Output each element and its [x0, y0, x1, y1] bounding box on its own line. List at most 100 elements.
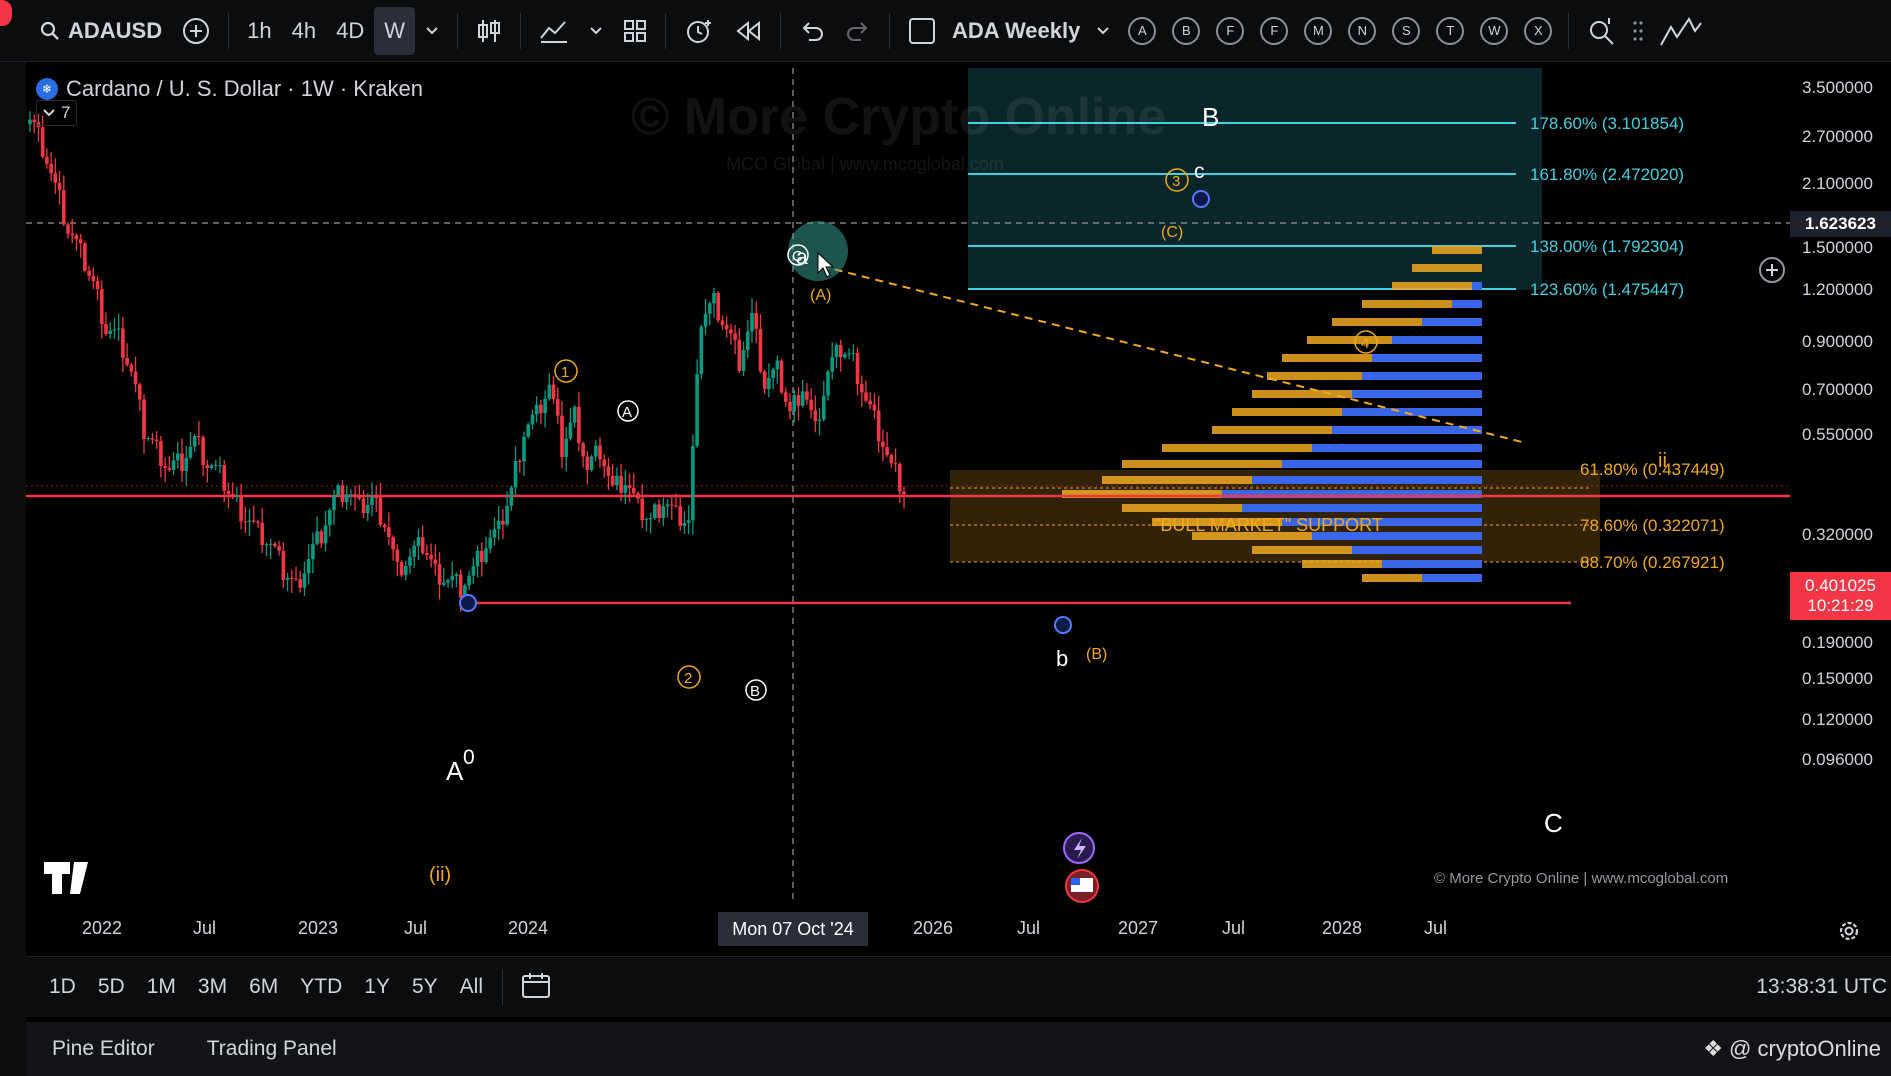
- replay-button[interactable]: [724, 7, 772, 55]
- candle-body: [543, 398, 547, 414]
- candle-body: [568, 422, 573, 439]
- range-1y[interactable]: 1Y: [353, 975, 401, 999]
- chart-pane[interactable]: 178.60% (3.101854) 161.80% (2.472020) 13…: [26, 68, 1791, 904]
- indicators-button[interactable]: [529, 7, 579, 55]
- candle-body: [201, 437, 205, 466]
- candle-body: [91, 275, 96, 281]
- range-1m[interactable]: 1M: [136, 975, 187, 999]
- go-to-date-button[interactable]: [511, 971, 561, 1004]
- add-symbol-button[interactable]: [172, 7, 220, 55]
- quick-symbol-w[interactable]: W: [1480, 16, 1509, 45]
- time-axis[interactable]: 2022Jul2023Jul20245Jul2026Jul2027Jul2028…: [26, 904, 1791, 956]
- candles-type-button[interactable]: [466, 7, 512, 55]
- candle-body: [509, 487, 514, 506]
- candle-body: [564, 438, 569, 458]
- candle-body: [640, 498, 645, 521]
- price-tick-label: 0.550000: [1802, 425, 1873, 444]
- range-all[interactable]: All: [449, 975, 494, 999]
- interval-1h[interactable]: 1h: [237, 7, 281, 55]
- interval-4h[interactable]: 4h: [282, 7, 326, 55]
- layout-selector[interactable]: ADA Weekly: [898, 7, 1120, 55]
- bull-market-support-label: "BULL MARKET" SUPPORT: [1154, 515, 1383, 535]
- range-6m[interactable]: 6M: [238, 975, 289, 999]
- candle-body: [729, 329, 733, 334]
- candle-body: [851, 352, 856, 354]
- quick-symbol-x[interactable]: X: [1524, 16, 1553, 45]
- pine-editor-tab[interactable]: Pine Editor: [26, 1037, 181, 1061]
- candle-body: [332, 494, 336, 511]
- time-tick-label: Jul: [1222, 918, 1246, 938]
- redo-button[interactable]: [835, 7, 881, 55]
- quick-symbol-f2[interactable]: F: [1260, 16, 1289, 45]
- candle-body: [340, 485, 345, 503]
- symbol-label: ADAUSD: [68, 17, 163, 43]
- trading-panel-tab[interactable]: Trading Panel: [181, 1037, 363, 1061]
- chart-settings-button[interactable]: [1836, 918, 1862, 949]
- volume-profile-bar: [1312, 444, 1482, 452]
- candle-body: [57, 182, 62, 191]
- quick-symbol-f1[interactable]: F: [1216, 16, 1245, 45]
- candle-body: [441, 582, 446, 585]
- price-tick-label: 0.900000: [1802, 332, 1873, 351]
- candle-body: [133, 371, 138, 385]
- range-3m[interactable]: 3M: [187, 975, 238, 999]
- range-divider: [502, 969, 503, 1005]
- candle-body: [281, 550, 286, 580]
- quick-symbol-b[interactable]: B: [1172, 16, 1201, 45]
- volume-profile-bar: [1372, 354, 1482, 362]
- calendar-icon: [522, 972, 550, 998]
- candle-body: [412, 545, 417, 557]
- undo-button[interactable]: [789, 7, 835, 55]
- indicators-dropdown[interactable]: [579, 7, 613, 55]
- candle-body: [897, 464, 902, 492]
- quick-symbol-m[interactable]: M: [1304, 16, 1333, 45]
- quick-symbol-t[interactable]: T: [1436, 16, 1465, 45]
- candle-body: [779, 360, 784, 393]
- magic-button[interactable]: [1577, 7, 1627, 55]
- range-ytd[interactable]: YTD: [289, 975, 353, 999]
- utc-clock[interactable]: 13:38:31 UTC: [1756, 975, 1891, 999]
- candle-body: [821, 395, 826, 420]
- price-tick-label: 0.700000: [1802, 380, 1873, 399]
- candle-body: [239, 495, 243, 522]
- indicator-toggle[interactable]: 7: [36, 100, 78, 126]
- candle-body: [209, 465, 214, 469]
- chart-canvas[interactable]: 178.60% (3.101854) 161.80% (2.472020) 13…: [26, 68, 1791, 904]
- quick-symbol-a[interactable]: A: [1128, 16, 1157, 45]
- interval-w[interactable]: W: [374, 6, 415, 55]
- volume-profile-bar: [1242, 504, 1482, 512]
- candle-body: [783, 392, 788, 402]
- undo-icon: [802, 21, 823, 41]
- candle-body: [893, 463, 898, 465]
- candle-body: [188, 446, 193, 458]
- quick-symbol-n[interactable]: N: [1348, 16, 1377, 45]
- symbol-search[interactable]: ADAUSD: [30, 7, 172, 55]
- price-axis[interactable]: 3.500000 2.700000 2.100000 1.500000 1.200000…: [1790, 68, 1891, 904]
- time-tick-label: Jul: [404, 918, 428, 938]
- range-5y[interactable]: 5Y: [401, 975, 449, 999]
- chart-legend[interactable]: ❄ Cardano / U. S. Dollar · 1W · Kraken: [36, 76, 423, 102]
- volume-profile-bar: [1422, 318, 1482, 326]
- add-alert-crosshair-button[interactable]: [1759, 257, 1785, 283]
- candle-body: [319, 531, 324, 544]
- candle-body: [471, 566, 476, 576]
- candle-body: [446, 580, 450, 583]
- interval-4d[interactable]: 4D: [326, 7, 374, 55]
- candle-body: [762, 371, 767, 390]
- candle-body: [771, 369, 775, 378]
- wave-label-ii: ii: [1658, 450, 1667, 472]
- candle-body: [289, 577, 294, 579]
- candle-body: [116, 328, 121, 330]
- drag-handle[interactable]: [1627, 7, 1649, 55]
- volume-profile-bar: [1472, 282, 1482, 290]
- indicators-icon: [540, 20, 567, 43]
- interval-dropdown[interactable]: [415, 7, 449, 55]
- candle-body: [344, 494, 349, 503]
- alert-button[interactable]: [674, 7, 724, 55]
- wave-tool-button[interactable]: [1649, 7, 1713, 55]
- layouts-button[interactable]: [613, 7, 657, 55]
- range-1d[interactable]: 1D: [38, 975, 87, 999]
- quick-symbol-s[interactable]: S: [1392, 16, 1421, 45]
- candle-body: [703, 313, 708, 327]
- range-5d[interactable]: 5D: [87, 975, 136, 999]
